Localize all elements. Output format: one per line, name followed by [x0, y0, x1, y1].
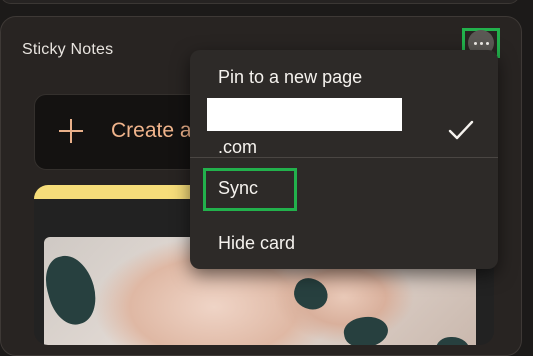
redacted-account-name	[207, 98, 402, 131]
menu-item-account[interactable]: .com	[218, 137, 257, 158]
plus-icon	[58, 118, 84, 144]
menu-item-sync[interactable]: Sync	[218, 178, 258, 199]
menu-item-hide-card[interactable]: Hide card	[218, 233, 295, 254]
create-note-label: Create a	[111, 119, 192, 142]
panel-title: Sticky Notes	[22, 41, 114, 58]
check-icon	[448, 120, 474, 140]
options-menu: Pin to a new page .com Sync Hide card	[190, 50, 498, 269]
menu-divider	[190, 157, 498, 158]
menu-item-pin-to-new-page[interactable]: Pin to a new page	[218, 67, 362, 88]
previous-card-edge	[0, 0, 520, 4]
